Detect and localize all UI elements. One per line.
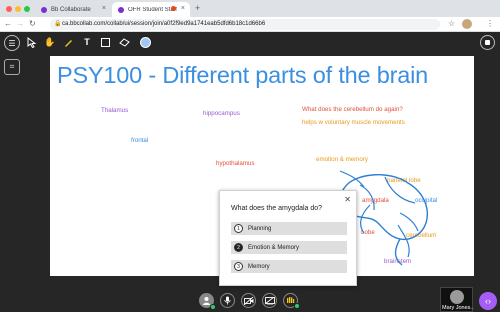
browser-address-bar: ← → ↻ 🔒 ca.bbcollab.com/collab/ui/sessio… xyxy=(0,17,500,32)
poll-option-2[interactable]: 2 Emotion & Memory xyxy=(231,241,347,254)
browser-tab-bar: Bb Collaborate × OFR Student Staff Train… xyxy=(0,0,500,17)
minimize-window-dot[interactable] xyxy=(15,6,21,12)
lock-icon: 🔒 xyxy=(54,21,62,27)
kebab-menu-icon[interactable]: ⋮ xyxy=(486,19,494,28)
select-pointer-icon[interactable] xyxy=(25,35,39,49)
new-tab-plus-icon[interactable]: + xyxy=(195,3,200,13)
option-number: 1 xyxy=(234,224,243,233)
status-green-dot xyxy=(294,303,300,309)
pan-hand-icon[interactable]: ✋ xyxy=(43,35,57,49)
url-field[interactable]: 🔒 ca.bbcollab.com/collab/ui/session/join… xyxy=(50,19,440,30)
recording-indicator-icon xyxy=(171,6,176,11)
reload-icon[interactable]: ↻ xyxy=(29,19,36,28)
status-online-dot xyxy=(210,304,216,310)
option-number: 3 xyxy=(234,262,243,271)
collaborate-panel-icon[interactable]: ‹› xyxy=(479,292,497,310)
tab-bb-collaborate[interactable]: Bb Collaborate × xyxy=(35,2,111,17)
color-picker-icon[interactable] xyxy=(138,35,152,49)
participant-name: Mary Jones... xyxy=(442,305,473,311)
whiteboard-toolbar xyxy=(0,32,500,53)
tab-label: Bb Collaborate xyxy=(51,6,91,13)
collaborate-favicon-icon xyxy=(118,6,124,13)
label-emotion-memory: emotion & memory xyxy=(316,156,368,163)
label-frontal: frontal xyxy=(131,137,149,144)
poll-dialog: What does the amygdala do? ✕ 1 Planning … xyxy=(219,190,357,286)
label-hypothalamus: hypothalamus xyxy=(216,160,255,167)
record-icon[interactable] xyxy=(480,35,495,50)
option-label: Planning xyxy=(248,225,272,232)
label-hippocampus: hippocampus xyxy=(203,110,240,117)
url-text: ca.bbcollab.com/collab/ui/session/join/a… xyxy=(62,21,266,27)
shape-square-icon[interactable] xyxy=(98,35,112,49)
participant-avatar xyxy=(450,290,464,304)
close-tab-icon[interactable]: × xyxy=(102,5,106,12)
whiteboard-tools-icon[interactable]: ⌗ xyxy=(4,59,20,75)
text-tool-icon[interactable]: T xyxy=(80,35,94,49)
maximize-window-dot[interactable] xyxy=(24,6,30,12)
microphone-icon[interactable] xyxy=(220,293,235,308)
option-label: Memory xyxy=(248,263,270,270)
profile-avatar-icon[interactable] xyxy=(462,19,472,29)
page-title: PSY100 - Different parts of the brain xyxy=(57,62,428,88)
close-window-dot[interactable] xyxy=(6,6,12,12)
pen-icon[interactable] xyxy=(61,35,75,49)
cerebellum-answer: helps w voluntary muscle movements xyxy=(302,119,405,126)
option-label: Emotion & Memory xyxy=(248,244,300,251)
collaborate-favicon-icon xyxy=(41,6,47,13)
star-icon[interactable]: ☆ xyxy=(448,19,455,28)
back-arrow-icon[interactable]: ← xyxy=(4,19,12,28)
cerebellum-question: What does the cerebellum do again? xyxy=(302,106,403,113)
option-number: 2 xyxy=(234,243,243,252)
close-tab-icon[interactable]: × xyxy=(181,5,185,12)
label-thalamus: Thalamus xyxy=(101,107,129,114)
tab-ofr-training[interactable]: OFR Student Staff Training × xyxy=(112,2,190,17)
poll-question: What does the amygdala do? xyxy=(231,205,323,212)
share-content-icon[interactable] xyxy=(262,293,277,308)
poll-option-1[interactable]: 1 Planning xyxy=(231,222,347,235)
participant-video-tile[interactable]: Mary Jones... xyxy=(440,287,473,312)
close-icon[interactable]: ✕ xyxy=(344,195,351,204)
forward-arrow-icon[interactable]: → xyxy=(16,19,24,28)
eraser-icon[interactable] xyxy=(117,35,131,49)
menu-icon[interactable]: ☰ xyxy=(4,35,20,51)
camera-off-icon[interactable] xyxy=(241,293,256,308)
poll-option-3[interactable]: 3 Memory xyxy=(231,260,347,273)
